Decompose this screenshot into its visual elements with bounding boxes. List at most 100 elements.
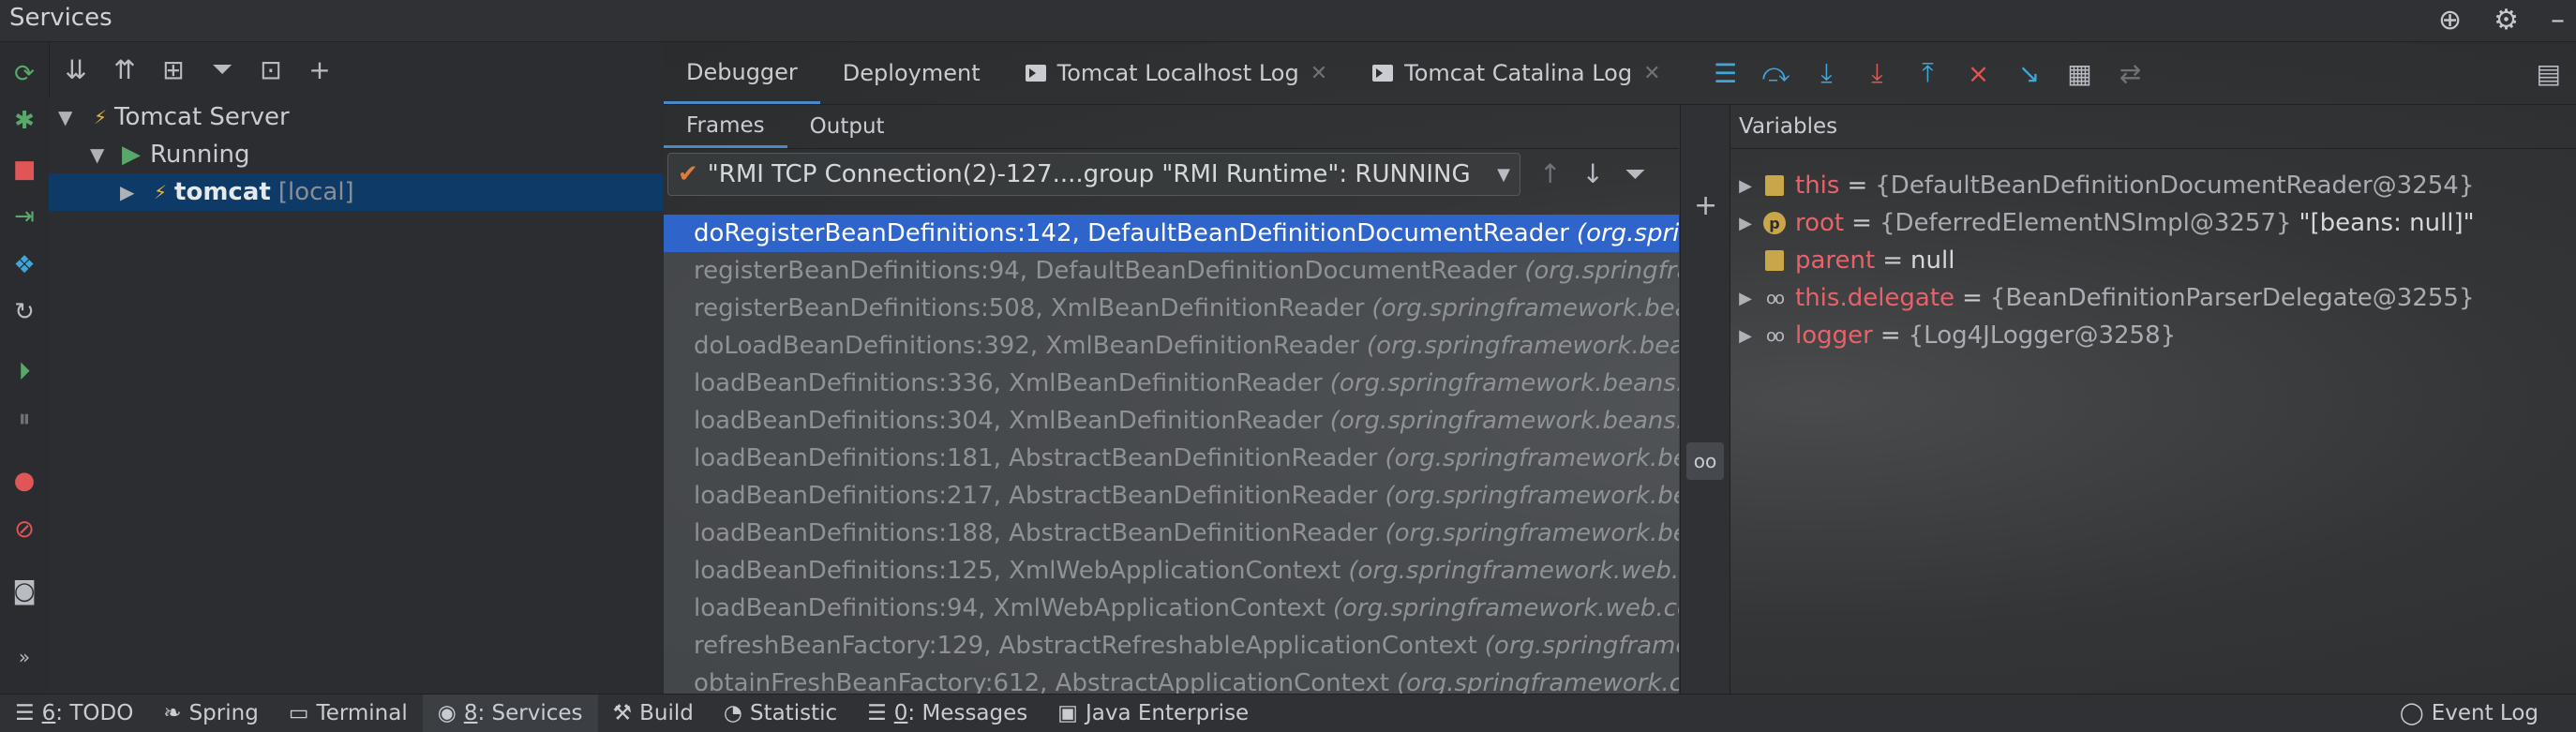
equals-sign: =: [1880, 321, 1901, 350]
artifacts-icon[interactable]: ❖: [9, 250, 39, 280]
step-over-icon[interactable]: ⤼: [1762, 57, 1790, 89]
frame-package: (org.springframework.web.context.support…: [1348, 557, 1679, 585]
chevron-right-icon[interactable]: ▶: [1730, 326, 1761, 346]
thread-select[interactable]: ✔ "RMI TCP Connection(2)-127....group "R…: [667, 153, 1520, 196]
frame-row[interactable]: loadBeanDefinitions:181, AbstractBeanDef…: [664, 440, 1679, 477]
evaluate-icon[interactable]: ▦: [2066, 58, 2094, 89]
run-to-cursor-icon[interactable]: ↘: [2015, 58, 2044, 89]
collapse-all-icon[interactable]: ⇈: [109, 54, 141, 85]
add-watch-icon[interactable]: +: [1694, 189, 1717, 222]
add-icon[interactable]: +: [304, 54, 336, 85]
resume-icon[interactable]: ⏵: [9, 357, 39, 387]
variable-value: null: [1910, 246, 1955, 275]
tab-output[interactable]: Output: [787, 105, 907, 148]
frame-row[interactable]: obtainFreshBeanFactory:612, AbstractAppl…: [664, 665, 1679, 694]
arrow-up-icon[interactable]: ↑: [1539, 158, 1561, 190]
frame-package: (org.springframework.beans.factory.xml): [1329, 407, 1679, 435]
debug-icon[interactable]: ✱: [9, 106, 39, 136]
variable-row[interactable]: parent = null: [1730, 242, 1954, 279]
variable-row[interactable]: ▶ oo logger = {Log4JLogger@3258}: [1730, 317, 2176, 354]
chevron-right-icon[interactable]: ▶: [1730, 176, 1761, 196]
variable-row[interactable]: ▶ oo this.delegate = {BeanDefinitionParserDe…: [1730, 279, 2474, 317]
close-icon[interactable]: ✕: [1310, 62, 1327, 85]
window-title: Services: [9, 4, 112, 32]
pause-icon[interactable]: ⏸: [9, 404, 39, 434]
breakpoints-icon[interactable]: ●: [9, 466, 39, 496]
tool-window-javaenterprise[interactable]: ▣ Java Enterprise: [1042, 695, 1264, 732]
drop-frame-icon[interactable]: ⨯: [1965, 58, 1993, 89]
rerun-icon[interactable]: ⟳: [9, 59, 39, 89]
tool-window-build[interactable]: ⚒ Build: [598, 695, 709, 732]
new-tab-icon[interactable]: ⊡: [255, 54, 287, 85]
camera-icon[interactable]: ◙: [9, 576, 39, 606]
layout-icon[interactable]: ▤: [2537, 58, 2561, 89]
deploy-icon[interactable]: ⇥: [9, 202, 39, 232]
frame-row[interactable]: loadBeanDefinitions:304, XmlBeanDefiniti…: [664, 402, 1679, 440]
step-into-icon[interactable]: ⤓: [1813, 57, 1841, 89]
tool-window-label: Java Enterprise: [1086, 701, 1250, 725]
tool-window-label: Event Log: [2431, 701, 2539, 725]
frame-row[interactable]: loadBeanDefinitions:125, XmlWebApplicati…: [664, 552, 1679, 590]
frame-row[interactable]: registerBeanDefinitions:508, XmlBeanDefi…: [664, 290, 1679, 327]
trace-icon[interactable]: ⇄: [2117, 58, 2145, 89]
more-icon[interactable]: »: [9, 642, 39, 672]
tab-tomcat-catalina-log[interactable]: Tomcat Catalina Log ✕: [1350, 42, 1683, 104]
tool-window-label: : TODO: [55, 701, 134, 725]
filter-icon[interactable]: ⏷: [1625, 158, 1645, 190]
tool-window-services[interactable]: ◉ 8: Services: [422, 695, 598, 732]
arrow-down-icon[interactable]: ↓: [1581, 158, 1603, 190]
refresh-icon[interactable]: ↻: [9, 297, 39, 327]
tab-tomcat-localhost-log[interactable]: Tomcat Localhost Log ✕: [1003, 42, 1351, 104]
close-icon[interactable]: ✕: [1643, 62, 1660, 85]
frame-row[interactable]: loadBeanDefinitions:188, AbstractBeanDef…: [664, 515, 1679, 552]
tool-window-event-log[interactable]: ◯ Event Log: [2385, 695, 2576, 732]
variable-row[interactable]: ▶ this = {DefaultBeanDefinitionDocumentRead…: [1730, 167, 2474, 204]
tab-debugger[interactable]: Debugger: [664, 42, 820, 104]
frame-row[interactable]: doRegisterBeanDefinitions:142, DefaultBe…: [664, 215, 1679, 252]
chevron-right-icon[interactable]: ▶: [120, 181, 142, 203]
equals-sign: =: [1847, 172, 1868, 200]
tool-window-label: Statistic: [749, 701, 838, 725]
stop-icon[interactable]: ■: [9, 155, 39, 185]
watch-icon: oo: [1765, 288, 1785, 308]
variable-row[interactable]: ▶ p root = {DeferredElementNSImpl@3257} "[bea…: [1730, 204, 2475, 242]
frame-row[interactable]: doLoadBeanDefinitions:392, XmlBeanDefini…: [664, 327, 1679, 365]
tree-item-running[interactable]: ▼ ▶ Running: [49, 136, 663, 173]
frame-method: loadBeanDefinitions:181, AbstractBeanDef…: [694, 444, 1378, 472]
group-icon[interactable]: ⊞: [157, 54, 189, 85]
statistic-icon: ◔: [723, 701, 742, 725]
filter-icon[interactable]: ⏷: [206, 53, 238, 85]
tab-frames[interactable]: Frames: [664, 105, 787, 148]
chevron-right-icon[interactable]: ▶: [1730, 214, 1761, 233]
tool-window-label: Spring: [188, 701, 259, 725]
tool-window-label: Terminal: [316, 701, 408, 725]
event-log-icon: ◯: [2399, 701, 2424, 725]
chevron-right-icon[interactable]: ▶: [1730, 289, 1761, 308]
frame-row[interactable]: refreshBeanFactory:129, AbstractRefresha…: [664, 627, 1679, 665]
gear-icon[interactable]: ⚙: [2494, 4, 2519, 37]
target-icon[interactable]: ⊕: [2438, 4, 2462, 37]
frame-row[interactable]: loadBeanDefinitions:94, XmlWebApplicatio…: [664, 590, 1679, 627]
chevron-down-icon[interactable]: ▼: [58, 106, 81, 128]
tool-window-statistic[interactable]: ◔ Statistic: [709, 695, 852, 732]
step-out-icon[interactable]: ⤒: [1914, 57, 1942, 89]
tree-item-tomcat-server[interactable]: ▼ ⚡ Tomcat Server: [49, 98, 663, 136]
frame-row[interactable]: loadBeanDefinitions:336, XmlBeanDefiniti…: [664, 365, 1679, 402]
tomcat-icon: ⚡: [94, 106, 108, 128]
tree-item-tomcat[interactable]: ▶ ⚡ tomcat [local]: [49, 173, 663, 211]
frame-row[interactable]: loadBeanDefinitions:217, AbstractBeanDef…: [664, 477, 1679, 515]
watches-icon[interactable]: oo: [1686, 442, 1724, 480]
tool-window-messages[interactable]: ☰ 0: Messages: [852, 695, 1042, 732]
menu-icon[interactable]: ☰: [1712, 58, 1740, 89]
frame-row[interactable]: registerBeanDefinitions:94, DefaultBeanD…: [664, 252, 1679, 290]
minimize-icon[interactable]: –: [2551, 4, 2565, 37]
tool-window-todo[interactable]: ☰ 6: TODO: [0, 695, 148, 732]
frame-package: (org.springframework.beans.factory.xml): [1524, 257, 1679, 285]
tool-window-spring[interactable]: ❧ Spring: [148, 695, 274, 732]
chevron-down-icon[interactable]: ▼: [90, 143, 112, 166]
expand-all-icon[interactable]: ⇊: [60, 54, 92, 85]
tab-deployment[interactable]: Deployment: [820, 42, 1003, 104]
tool-window-terminal[interactable]: ▭ Terminal: [274, 695, 423, 732]
force-step-into-icon[interactable]: ⤓: [1864, 57, 1892, 89]
mute-breakpoints-icon[interactable]: ⊘: [9, 515, 39, 545]
